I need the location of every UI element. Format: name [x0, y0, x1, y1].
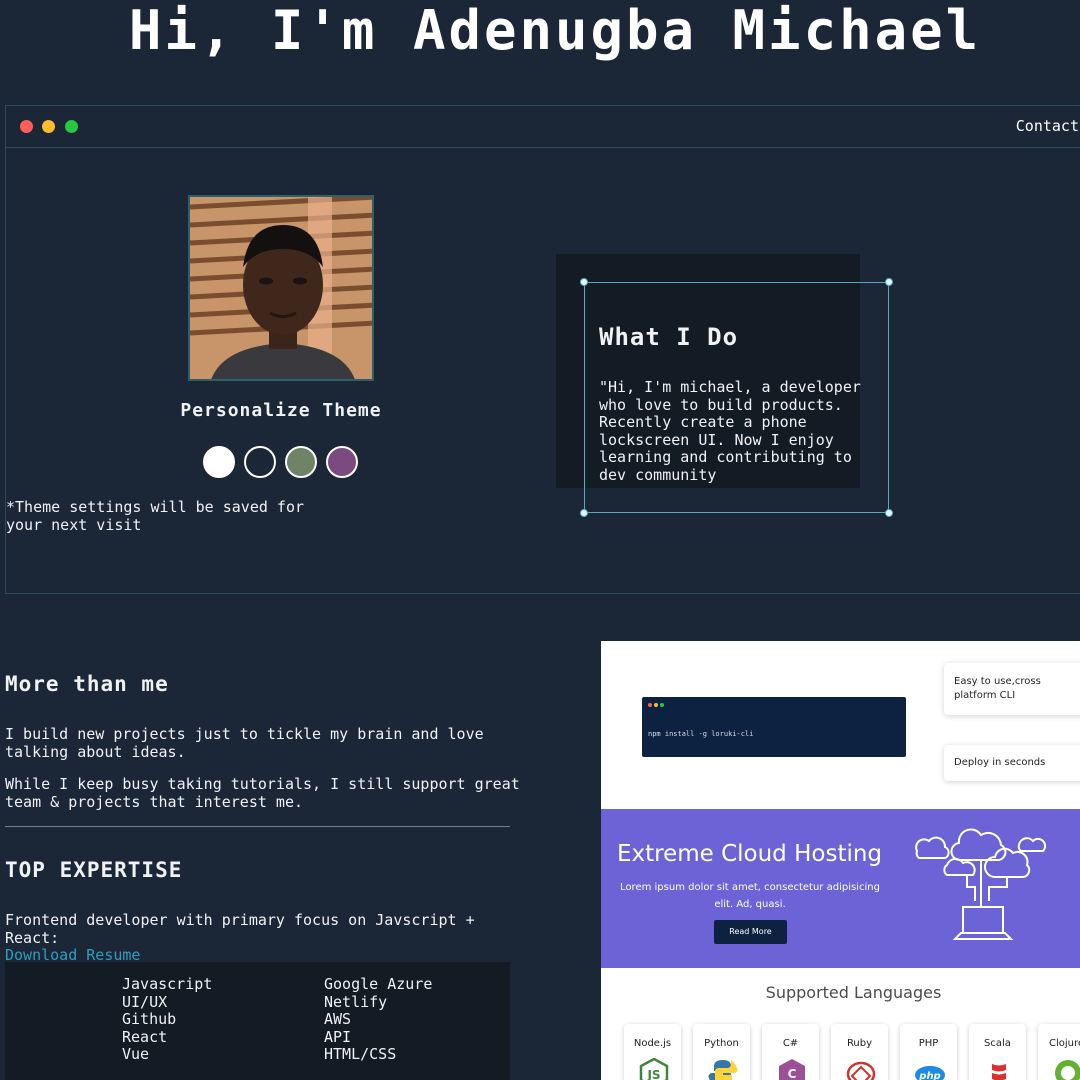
theme-title: Personalize Theme: [180, 400, 382, 421]
theme-swatch-white[interactable]: [203, 446, 235, 478]
read-more-button[interactable]: Read More: [714, 920, 787, 944]
nav-link-contact[interactable]: Contact: [1016, 117, 1079, 135]
avatar-photo: [190, 197, 372, 379]
resize-handle-bottom-left[interactable]: [580, 509, 588, 517]
section-divider: [5, 826, 510, 827]
avatar: [188, 195, 374, 381]
language-label: Node.js: [633, 1038, 672, 1049]
language-label: Scala: [984, 1038, 1011, 1049]
cloud-laptop-icon: [915, 828, 1047, 940]
terminal-window: npm install -g loruki-cli: [642, 697, 906, 757]
language-card-scala: Scala: [969, 1024, 1026, 1080]
theme-swatch-dark[interactable]: [244, 446, 276, 478]
expertise-title: TOP EXPERTISE: [5, 858, 183, 882]
resize-handle-top-right[interactable]: [885, 278, 893, 286]
languages-row: Node.js JS Python C# C Ruby PHP php Scal…: [624, 1024, 1080, 1080]
more-paragraph-2: While I keep busy taking tutorials, I st…: [5, 775, 520, 811]
language-label: Python: [704, 1038, 739, 1049]
clojure-icon: [1055, 1060, 1080, 1080]
skill-item: Javascript: [122, 975, 213, 993]
what-i-do-title: What I Do: [599, 323, 739, 351]
hero-text: Lorem ipsum dolor sit amet, consectetur …: [620, 882, 880, 910]
php-icon: php: [915, 1066, 945, 1080]
scala-icon: [992, 1064, 1006, 1080]
language-card-ruby: Ruby: [831, 1024, 888, 1080]
more-than-me-title: More than me: [5, 672, 169, 696]
svg-text:php: php: [918, 1071, 940, 1080]
theme-swatch-sage[interactable]: [285, 446, 317, 478]
close-dot-icon[interactable]: [20, 120, 33, 133]
language-label: Clojure: [1048, 1038, 1080, 1049]
resize-handle-bottom-right[interactable]: [885, 509, 893, 517]
svg-text:JS: JS: [646, 1068, 660, 1080]
skills-panel: Javascript UI/UX Github React Vue Google…: [5, 962, 510, 1080]
project-screenshot[interactable]: npm install -g loruki-cli Easy to use,cr…: [601, 641, 1080, 1080]
page-headline: Hi, I'm Adenugba Michael: [128, 0, 982, 62]
hosting-hero: Extreme Cloud Hosting Lorem ipsum dolor …: [601, 809, 1080, 968]
skill-item: Netlify: [324, 992, 388, 1011]
skill-item: UI/UX: [122, 992, 168, 1011]
maximize-dot-icon[interactable]: [65, 120, 78, 133]
supported-languages-title: Supported Languages: [765, 983, 942, 1002]
skills-column-right: Google Azure Netlify AWS API HTML/CSS: [324, 975, 433, 1064]
skill-item: API: [324, 1027, 352, 1046]
expertise-description: Frontend developer with primary focus on…: [5, 911, 475, 947]
feature-card-deploy: Deploy in seconds: [944, 745, 1080, 781]
skill-item: AWS: [324, 1010, 352, 1028]
what-i-do-text: "Hi, I'm michael, a developer who love t…: [599, 378, 861, 484]
expertise-text: Frontend developer with primary focus on…: [5, 911, 525, 965]
language-label: C#: [782, 1038, 799, 1049]
skill-item: Google Azure: [324, 975, 433, 993]
language-label: Ruby: [846, 1038, 873, 1049]
terminal-command: npm install -g loruki-cli: [648, 730, 754, 738]
language-card-nodejs: Node.js JS: [624, 1024, 681, 1080]
more-paragraph-1: I build new projects just to tickle my b…: [5, 725, 484, 761]
skill-item: HTML/CSS: [324, 1045, 397, 1063]
theme-swatches: [203, 446, 358, 478]
ruby-icon: [846, 1061, 876, 1080]
language-card-python: Python: [693, 1024, 750, 1080]
minimize-dot-icon[interactable]: [42, 120, 55, 133]
terminal-dot-icon: [648, 703, 652, 707]
svg-text:C: C: [788, 1067, 797, 1080]
theme-swatch-purple[interactable]: [326, 446, 358, 478]
theme-note: *Theme settings will be saved for your n…: [6, 498, 305, 534]
feature-card-cli: Easy to use,cross platform CLI: [944, 663, 1080, 715]
resize-handle-top-left[interactable]: [580, 278, 588, 286]
skill-item: Vue: [122, 1045, 150, 1063]
language-card-php: PHP php: [900, 1024, 957, 1080]
skill-item: Github: [122, 1010, 177, 1028]
language-card-clojure: Clojure: [1038, 1024, 1080, 1080]
python-icon: [708, 1059, 738, 1080]
terminal-dot-icon: [654, 703, 658, 707]
skills-column-left: Javascript UI/UX Github React Vue: [122, 975, 213, 1064]
language-card-csharp: C# C: [762, 1024, 819, 1080]
csharp-icon: C: [779, 1059, 805, 1080]
skill-item: React: [122, 1027, 168, 1046]
what-i-do-card[interactable]: What I Do "Hi, I'm michael, a developer …: [580, 278, 893, 517]
terminal-dot-icon: [660, 703, 664, 707]
window-titlebar: Contact: [6, 106, 1080, 148]
language-label: PHP: [918, 1038, 939, 1049]
browser-window: Contact Personalize Theme *Theme setting…: [5, 105, 1080, 594]
nodejs-icon: JS: [639, 1058, 669, 1080]
hero-title: Extreme Cloud Hosting: [616, 841, 883, 867]
